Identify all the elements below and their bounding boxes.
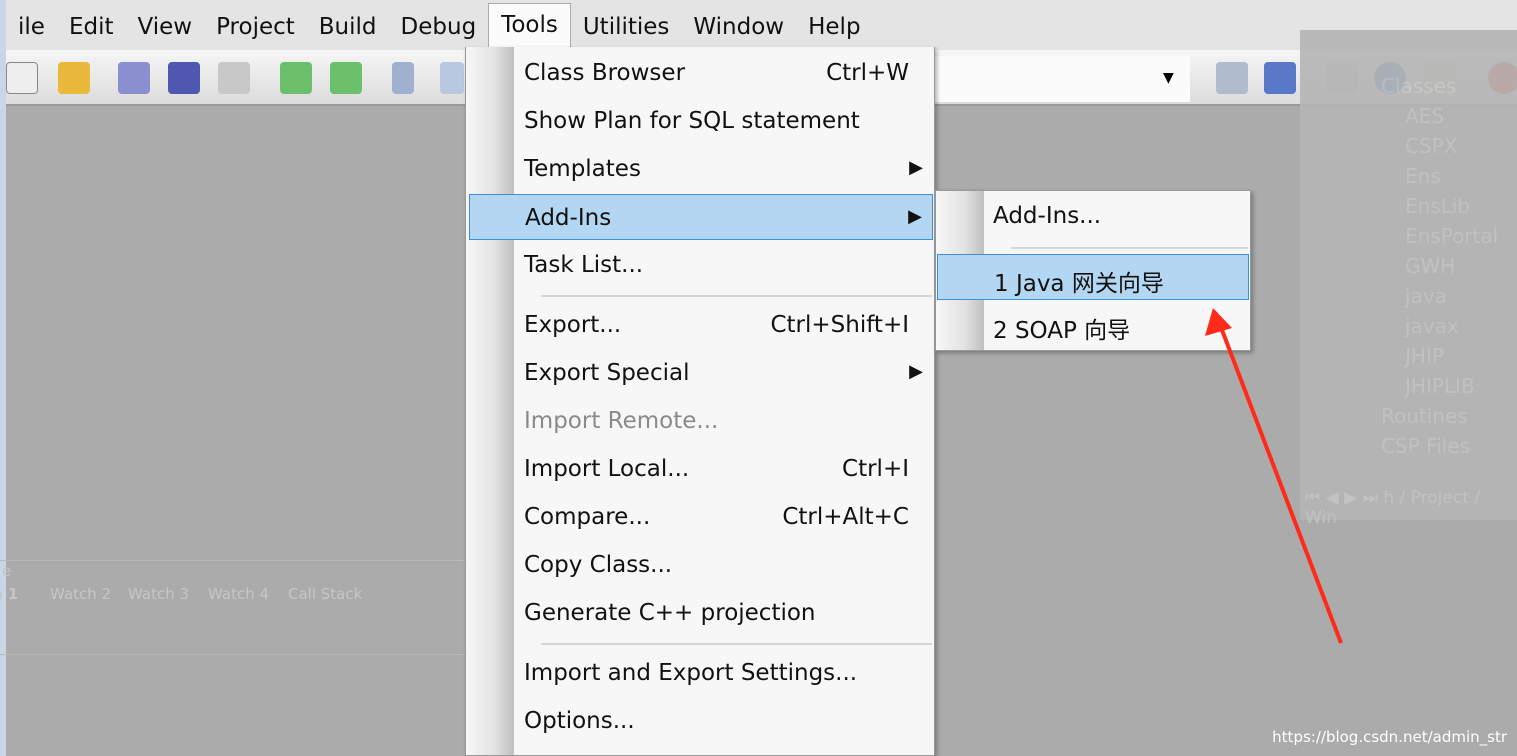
watch-tab[interactable]: Watch 2 xyxy=(50,585,111,603)
watch-tab[interactable]: h 1 xyxy=(0,585,18,603)
watch-tab[interactable]: Call Stack xyxy=(288,585,362,603)
annotation-arrow xyxy=(1205,308,1343,644)
watch-tab[interactable]: Watch 3 xyxy=(128,585,189,603)
watch-tab[interactable]: Watch 4 xyxy=(208,585,269,603)
watermark: https://blog.csdn.net/admin_str xyxy=(1272,728,1507,746)
